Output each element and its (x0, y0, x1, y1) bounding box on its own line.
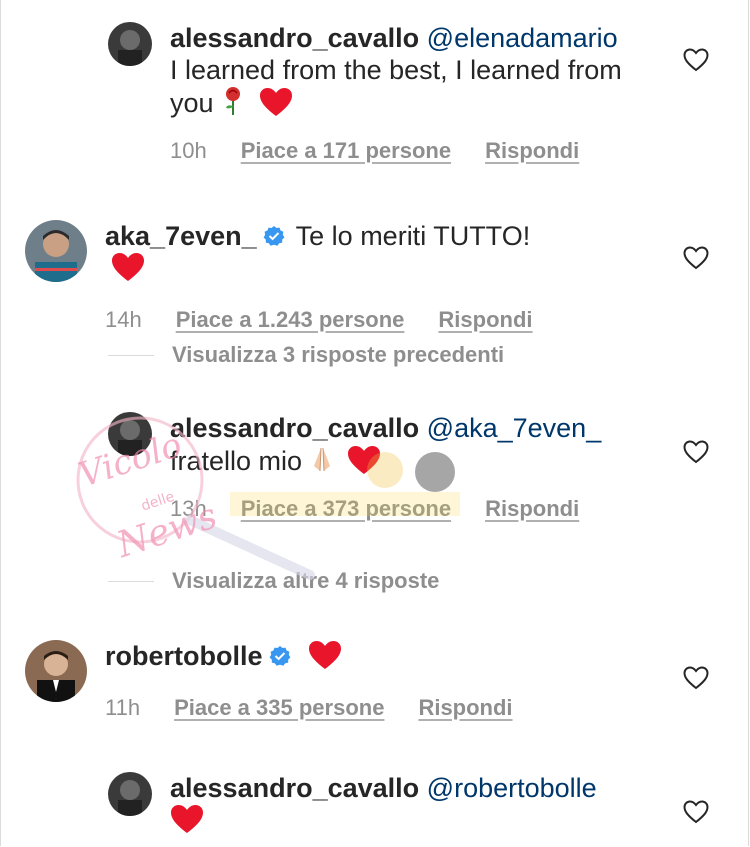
comment-reply-2: alessandro_cavallo @aka_7even_ fratello … (108, 412, 601, 525)
heart-outline-icon[interactable] (683, 246, 709, 270)
likes-count-link[interactable]: Piace a 171 persone (241, 135, 451, 167)
comment-2: aka_7even_ Te lo meriti TUTTO! 14h Piace… (25, 220, 575, 336)
avatar[interactable] (108, 22, 152, 66)
comment-mention[interactable]: @robertobolle (427, 773, 597, 803)
red-heart-emoji (171, 805, 203, 833)
heart-outline-icon[interactable] (683, 800, 709, 824)
rose-emoji (226, 87, 241, 115)
likes-count-link[interactable]: Piace a 373 persone (241, 493, 451, 525)
red-heart-emoji (112, 253, 144, 281)
view-previous-replies-button[interactable]: Visualizza 3 risposte precedenti (108, 342, 504, 368)
comment-mention[interactable]: @aka_7even_ (427, 413, 602, 443)
comment-time: 11h (105, 695, 141, 720)
comment-username[interactable]: aka_7even_ (105, 221, 257, 251)
red-heart-emoji (259, 88, 292, 116)
comment-text: fratello mio (170, 446, 303, 476)
avatar[interactable] (108, 772, 152, 816)
view-previous-replies-label: Visualizza 3 risposte precedenti (172, 342, 505, 367)
verified-badge-icon (269, 646, 290, 666)
likes-count-link[interactable]: Piace a 1.243 persone (176, 304, 405, 336)
praying-hands-emoji (313, 447, 330, 472)
red-heart-emoji (309, 641, 342, 669)
comment-username[interactable]: alessandro_cavallo (170, 413, 419, 443)
comment-reply-1: alessandro_cavallo @elenadamario I learn… (108, 22, 640, 167)
comment-username[interactable]: robertobolle (105, 641, 263, 671)
comment-time: 13h (170, 496, 207, 521)
comment-text: Te lo meriti TUTTO! (295, 221, 531, 251)
comment-username[interactable]: alessandro_cavallo (170, 23, 419, 53)
comment-3: robertobolle 11h Piace a 335 persone Ris… (25, 640, 513, 724)
sparkling-heart-emoji (348, 446, 381, 474)
divider-line (108, 354, 154, 356)
heart-outline-icon[interactable] (683, 48, 709, 72)
heart-outline-icon[interactable] (683, 440, 709, 464)
comment-time: 14h (105, 307, 142, 332)
verified-badge-icon (263, 226, 285, 246)
view-more-replies-button[interactable]: Visualizza altre 4 risposte (108, 568, 439, 594)
avatar[interactable] (25, 220, 87, 282)
view-more-replies-label: Visualizza altre 4 risposte (172, 568, 440, 593)
comment-mention[interactable]: @elenadamario (427, 23, 618, 53)
reply-button[interactable]: Rispondi (418, 692, 512, 724)
comment-time: 10h (170, 138, 207, 163)
reply-button[interactable]: Rispondi (438, 304, 532, 336)
reply-button[interactable]: Rispondi (485, 493, 579, 525)
avatar[interactable] (108, 412, 152, 456)
reply-button[interactable]: Rispondi (485, 135, 579, 167)
comment-reply-3: alessandro_cavallo @robertobolle (108, 772, 597, 836)
heart-outline-icon[interactable] (683, 666, 709, 690)
divider-line (108, 580, 154, 582)
likes-count-link[interactable]: Piace a 335 persone (174, 692, 384, 724)
avatar[interactable] (25, 640, 87, 702)
comment-username[interactable]: alessandro_cavallo (170, 773, 419, 803)
